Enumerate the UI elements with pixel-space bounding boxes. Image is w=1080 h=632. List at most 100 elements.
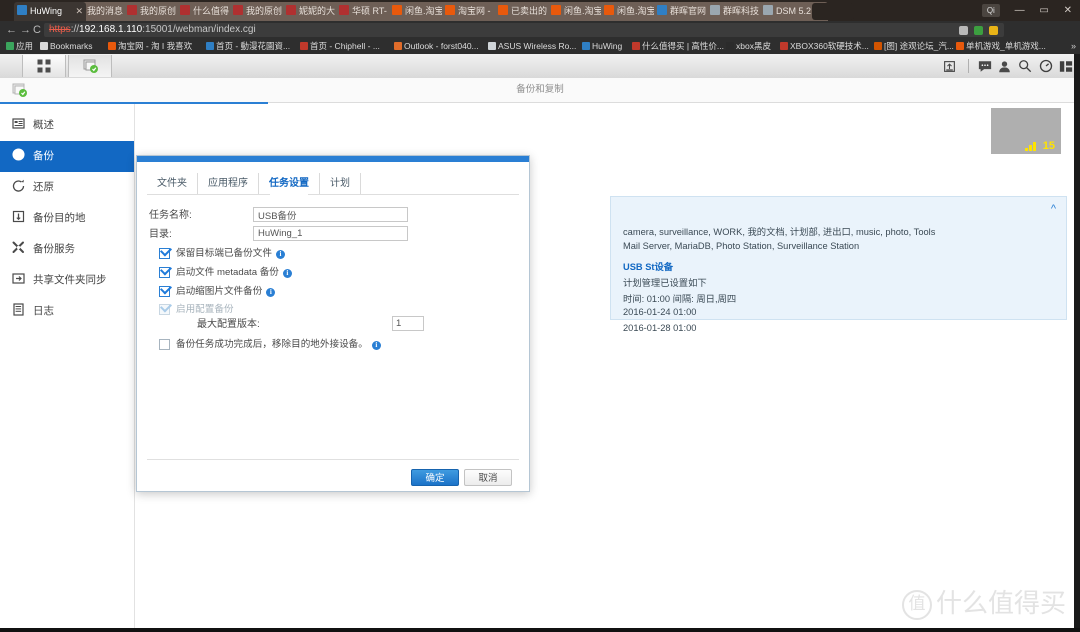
dialog-tab-rule	[147, 194, 519, 195]
bookmark-item-5[interactable]: Outlook - forst040...	[394, 40, 479, 53]
url-separator: ://	[70, 24, 80, 35]
maximize-button[interactable]: ▭	[1039, 0, 1048, 21]
bookmark-item-12[interactable]: 单机游戏_单机游戏...	[956, 40, 1046, 53]
sidebar-item-label: 共享文件夹同步	[33, 274, 107, 286]
info-card-line-1: Mail Server, MariaDB, Photo Station, Sur…	[623, 241, 860, 251]
new-tab-button[interactable]	[812, 3, 854, 20]
reload-button[interactable]: C	[33, 24, 41, 36]
bookmark-label: ASUS Wireless Ro...	[498, 41, 577, 51]
minimize-button[interactable]: —	[1015, 0, 1025, 21]
info-icon[interactable]: i	[275, 250, 285, 259]
dsm-taskbar	[0, 54, 1080, 79]
tab-label: 已卖出的	[511, 6, 548, 16]
sidebar-item-1[interactable]: 备份	[0, 141, 134, 172]
shield-icon[interactable]	[959, 26, 969, 35]
bookmark-item-9[interactable]: xbox黑皮	[726, 40, 771, 53]
sidebar-item-3[interactable]: 备份目的地	[0, 203, 134, 234]
search-icon[interactable]	[1018, 54, 1035, 78]
watermark-text: 什么值得买	[935, 589, 1066, 619]
sidebar-item-5[interactable]: 共享文件夹同步	[0, 265, 134, 296]
thumbnail-backup-row: 启动缩图片文件备份 i	[159, 284, 489, 300]
backup-app-icon	[83, 59, 98, 73]
dialog-tab-2[interactable]: 任务设置	[259, 173, 320, 200]
bookmark-favicon-icon	[206, 42, 214, 50]
eject-device-checkbox[interactable]	[159, 339, 170, 350]
forward-button[interactable]: →	[20, 24, 31, 36]
bookmark-item-1[interactable]: Bookmarks	[40, 40, 93, 53]
sidebar-item-0[interactable]: 概述	[0, 110, 134, 141]
browser-tab-0[interactable]: HuWing ✕	[14, 2, 86, 21]
bookmark-item-4[interactable]: 首页 - Chiphell - ...	[300, 40, 380, 53]
omnibox-icons[interactable]	[956, 25, 998, 37]
tab-favicon-icon	[180, 5, 190, 15]
chat-icon[interactable]	[978, 54, 995, 78]
bookmark-label: 应用	[16, 41, 34, 51]
directory-input[interactable]	[253, 226, 408, 241]
bookmark-item-6[interactable]: ASUS Wireless Ro...	[488, 40, 576, 53]
file-metadata-backup-checkbox[interactable]	[159, 267, 170, 278]
bookmark-item-3[interactable]: 首页 - 動漫花園資...	[206, 40, 290, 53]
upload-icon[interactable]	[943, 54, 960, 78]
right-edge-strip	[1074, 54, 1080, 632]
tab-label: 什么值得	[193, 6, 230, 16]
security-badge-icon[interactable]	[974, 26, 984, 35]
bookmark-item-0[interactable]: 应用	[6, 40, 33, 53]
bookmark-label: XBOX360软硬技术...	[790, 41, 869, 51]
info-icon[interactable]: i	[266, 288, 276, 297]
bookmark-favicon-icon	[6, 42, 14, 50]
tab-favicon-icon	[17, 5, 27, 15]
apps-grid-icon	[37, 59, 51, 73]
chevron-up-icon[interactable]: ^	[1051, 203, 1056, 215]
info-icon[interactable]: i	[371, 341, 381, 350]
tab-close-icon[interactable]: ✕	[75, 2, 83, 21]
user-icon[interactable]	[998, 54, 1015, 78]
url-path: /webman/index.cgi	[172, 24, 256, 35]
sidebar-item-4[interactable]: 备份服务	[0, 234, 134, 265]
bookmark-item-10[interactable]: XBOX360软硬技术...	[780, 40, 869, 53]
chrome-profile-button[interactable]: Qi	[981, 4, 1000, 17]
dsm-taskbar-right	[943, 54, 1076, 78]
notification-icon[interactable]	[1039, 54, 1056, 78]
network-bars-icon	[1025, 142, 1037, 151]
bookmark-favicon-icon	[956, 42, 964, 50]
watermark: 值什么值得买	[901, 583, 1066, 620]
bookmark-label: xbox黑皮	[736, 41, 771, 51]
tab-label: HuWing	[30, 6, 63, 16]
bookmark-item-7[interactable]: HuWing	[582, 40, 622, 53]
sidebar-item-2[interactable]: 还原	[0, 172, 134, 203]
max-config-version-input[interactable]	[392, 316, 424, 331]
info-icon[interactable]: i	[282, 269, 292, 278]
bookmark-item-11[interactable]: [图] 途观论坛_汽...	[874, 40, 954, 53]
tab-label: 我的原创	[246, 6, 283, 16]
bookmark-label: Bookmarks	[50, 41, 93, 51]
info-card-line-3: 计划管理已设置如下	[623, 278, 707, 288]
sidebar-item-6[interactable]: 日志	[0, 296, 134, 327]
ok-button[interactable]: 确定	[411, 469, 459, 486]
dsm-apps-button[interactable]	[22, 55, 66, 77]
dialog-tab-3[interactable]: 计划	[320, 173, 361, 194]
cancel-button[interactable]: 取消	[464, 469, 512, 486]
info-card-line-0: camera, surveillance, WORK, 我的文档, 计划部, 进…	[623, 227, 936, 237]
bookmark-item-2[interactable]: 淘宝网 - 淘 I 我喜欢	[108, 40, 192, 53]
bookmark-favicon-icon	[108, 42, 116, 50]
bookmark-label: HuWing	[592, 41, 623, 51]
dialog-tab-0[interactable]: 文件夹	[147, 173, 198, 194]
dialog-tab-1[interactable]: 应用程序	[198, 173, 259, 194]
resource-monitor-widget[interactable]: 15	[991, 108, 1061, 154]
bookmark-label: 首页 - Chiphell - ...	[310, 41, 380, 51]
address-bar[interactable]: https://192.168.1.110:15001/webman/index…	[44, 23, 1004, 37]
config-backup-checkbox	[159, 304, 170, 315]
thumbnail-backup-checkbox[interactable]	[159, 286, 170, 297]
bookmark-star-icon[interactable]	[989, 26, 998, 35]
task-name-input[interactable]	[253, 207, 408, 222]
keep-backed-up-files-checkbox[interactable]	[159, 248, 170, 259]
back-button[interactable]: ←	[6, 24, 17, 36]
bookmark-overflow-icon[interactable]: »	[1071, 40, 1076, 53]
tab-favicon-icon	[339, 5, 349, 15]
url-port: :15001	[142, 24, 173, 35]
dialog-field-label-0: 任务名称:	[149, 210, 192, 221]
dsm-open-app-button[interactable]	[68, 55, 112, 77]
bookmark-item-8[interactable]: 什么值得买 | 高性价...	[632, 40, 724, 53]
sidebar-item-label: 备份	[33, 150, 54, 162]
close-button[interactable]: ✕	[1064, 0, 1072, 21]
